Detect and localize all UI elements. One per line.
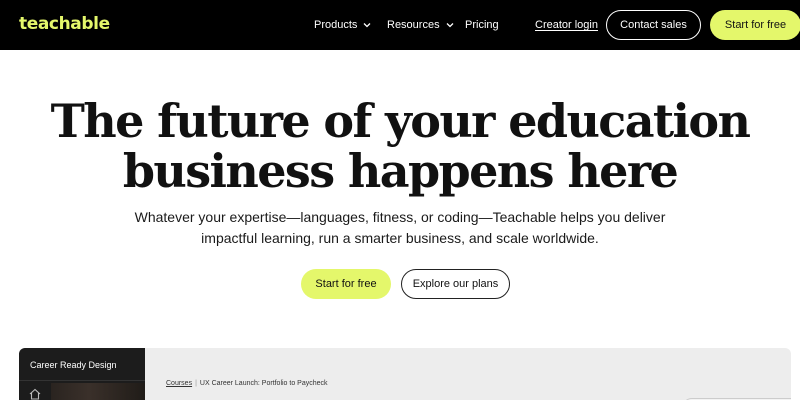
hero-start-free-button[interactable]: Start for free xyxy=(301,269,391,299)
chevron-down-icon xyxy=(446,23,454,28)
product-preview: Career Ready Design Courses | UX Career La… xyxy=(19,348,791,400)
nav-start-free-button[interactable]: Start for free xyxy=(710,10,800,40)
home-icon[interactable] xyxy=(28,387,42,400)
nav-pricing[interactable]: Pricing xyxy=(465,17,499,33)
breadcrumb-separator: | xyxy=(195,380,197,387)
teachable-logo[interactable]: teachable xyxy=(19,13,110,35)
breadcrumb: Courses | UX Career Launch: Portfolio to P… xyxy=(166,379,328,389)
contact-sales-button[interactable]: Contact sales xyxy=(606,10,701,40)
hero-headline: The future of your education business ha… xyxy=(0,96,800,196)
nav-resources[interactable]: Resources xyxy=(387,17,455,33)
chevron-down-icon xyxy=(363,23,371,28)
headline-line-2: business happens here xyxy=(122,144,679,198)
creator-login-link[interactable]: Creator login xyxy=(535,17,598,33)
nav-products-label: Products xyxy=(314,19,358,31)
breadcrumb-current: UX Career Launch: Portfolio to Paycheck xyxy=(199,380,328,387)
explore-plans-button[interactable]: Explore our plans xyxy=(401,269,510,299)
nav-pricing-label: Pricing xyxy=(465,19,499,31)
subtext-line-1: Whatever your expertise—languages, fitne… xyxy=(134,209,666,225)
breadcrumb-courses-link[interactable]: Courses xyxy=(166,380,192,387)
headline-line-1: The future of your education xyxy=(50,94,751,148)
hero-subtext: Whatever your expertise—languages, fitne… xyxy=(0,207,800,249)
top-nav-bar: teachable Products Resources Pricing Cre… xyxy=(0,0,800,50)
divider xyxy=(19,380,145,381)
preview-sidebar: Career Ready Design xyxy=(19,348,145,400)
preview-course-title: Career Ready Design xyxy=(30,360,117,370)
nav-products[interactable]: Products xyxy=(314,17,372,33)
subtext-line-2: impactful learning, run a smarter busine… xyxy=(201,230,599,246)
video-thumbnail[interactable] xyxy=(51,383,145,400)
nav-resources-label: Resources xyxy=(387,19,440,31)
